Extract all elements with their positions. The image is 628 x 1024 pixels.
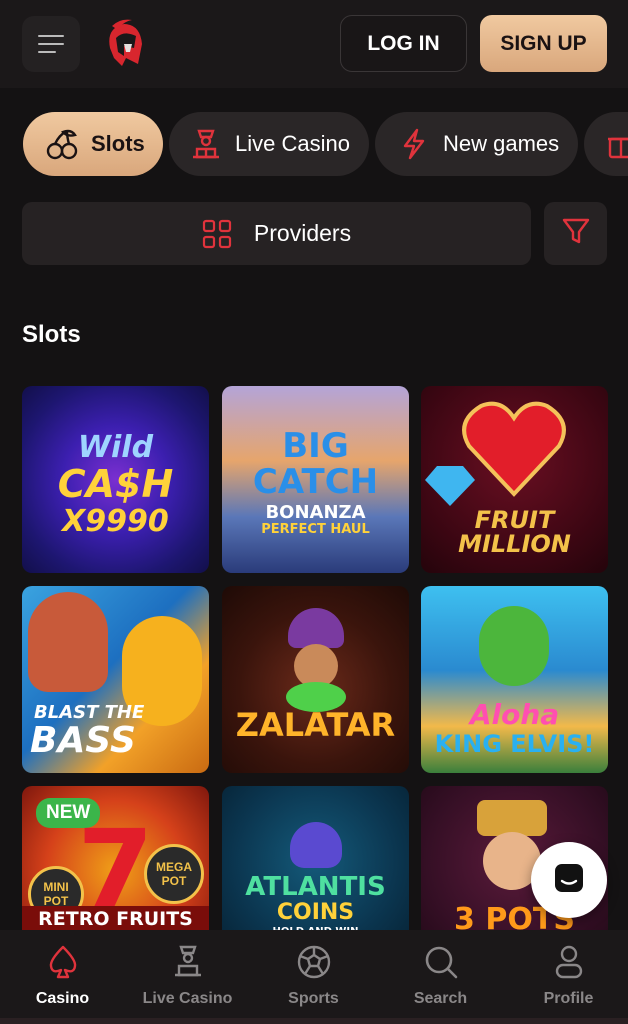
nav-sports[interactable]: Sports [251,930,376,1024]
game-title: PERFECT HAUL [261,522,370,537]
bottom-navigation: Casino Live Casino Sports Search Profile [0,930,628,1024]
game-title: BIG [282,426,349,466]
game-title: MILLION [458,530,571,558]
game-tile-blast-the-bass[interactable]: BLAST THE BASS [22,586,209,773]
heart-gem-icon [462,401,566,497]
gift-icon [604,127,628,161]
providers-button[interactable]: Providers [22,202,531,265]
nav-casino[interactable]: Casino [0,930,125,1024]
bottom-strip [0,1018,628,1024]
top-header: LOG IN SIGN UP [0,0,628,88]
chat-icon [552,861,586,900]
nav-label: Profile [543,990,594,1007]
tab-label: Slots [91,131,145,156]
game-tile-fruit-million[interactable]: FRUIT MILLION [421,386,608,573]
hamburger-menu-button[interactable] [22,16,80,72]
game-tile-zalatar[interactable]: ZALATAR [222,586,409,773]
lightning-icon [397,127,431,161]
chat-support-button[interactable] [531,842,607,918]
search-icon [422,942,460,982]
nav-label: Sports [288,990,339,1007]
tab-label: Live Casino [235,131,350,156]
frog-illustration [479,606,549,686]
game-title: CATCH [252,462,379,502]
grid-icon [202,219,232,249]
signup-button[interactable]: SIGN UP [480,15,607,72]
spartan-helmet-logo[interactable] [102,18,146,70]
game-title: COINS [276,900,355,925]
game-title: Aloha [469,698,560,731]
filter-icon [561,216,591,251]
turban-illustration [288,608,344,648]
spade-icon [44,942,82,982]
tab-more[interactable] [584,112,628,176]
game-title: ATLANTIS [245,872,386,902]
tab-slots[interactable]: Slots [23,112,163,176]
game-tile-aloha-king-elvis[interactable]: Aloha KING ELVIS! [421,586,608,773]
game-tile-wild-cash[interactable]: Wild CA$H X9990 [22,386,209,573]
menu-line [38,35,64,37]
diamond-icon [425,466,475,506]
fisherman-illustration [28,592,108,692]
octopus-illustration [290,822,342,868]
category-tabs: Slots Live Casino New games [0,112,628,178]
menu-line [38,43,64,45]
mega-pot-label: MEGA POT [156,860,192,888]
mini-pot-label: MINI POT [43,880,69,908]
tab-live-casino[interactable]: Live Casino [169,112,369,176]
nav-label: Live Casino [142,990,233,1007]
game-title: BASS [30,720,136,761]
nav-live-casino[interactable]: Live Casino [125,930,250,1024]
game-title: BONANZA [265,502,366,523]
dealer-icon [169,942,207,982]
login-button[interactable]: LOG IN [340,15,467,72]
mega-pot-badge: MEGA POT [144,844,204,904]
providers-label: Providers [253,220,352,246]
dealer-icon [189,127,223,161]
game-title: Wild [77,430,154,465]
nav-label: Casino [35,990,90,1007]
game-title: ZALATAR [235,706,396,744]
hat-illustration [477,800,547,836]
nav-profile[interactable]: Profile [506,930,628,1024]
soccer-ball-icon [295,942,333,982]
nav-label: Search [413,990,468,1007]
game-title: CA$H [57,462,174,506]
tab-new-games[interactable]: New games [375,112,578,176]
section-title: Slots [22,321,81,348]
game-title: KING ELVIS! [434,730,595,758]
filter-button[interactable] [544,202,607,265]
tab-label: New games [443,131,560,156]
nav-search[interactable]: Search [378,930,503,1024]
menu-line [38,51,56,53]
game-tile-big-catch-bonanza[interactable]: BIG CATCH BONANZA PERFECT HAUL [222,386,409,573]
cherries-icon [45,127,79,161]
user-icon [550,942,588,982]
game-title: X9990 [62,504,169,539]
